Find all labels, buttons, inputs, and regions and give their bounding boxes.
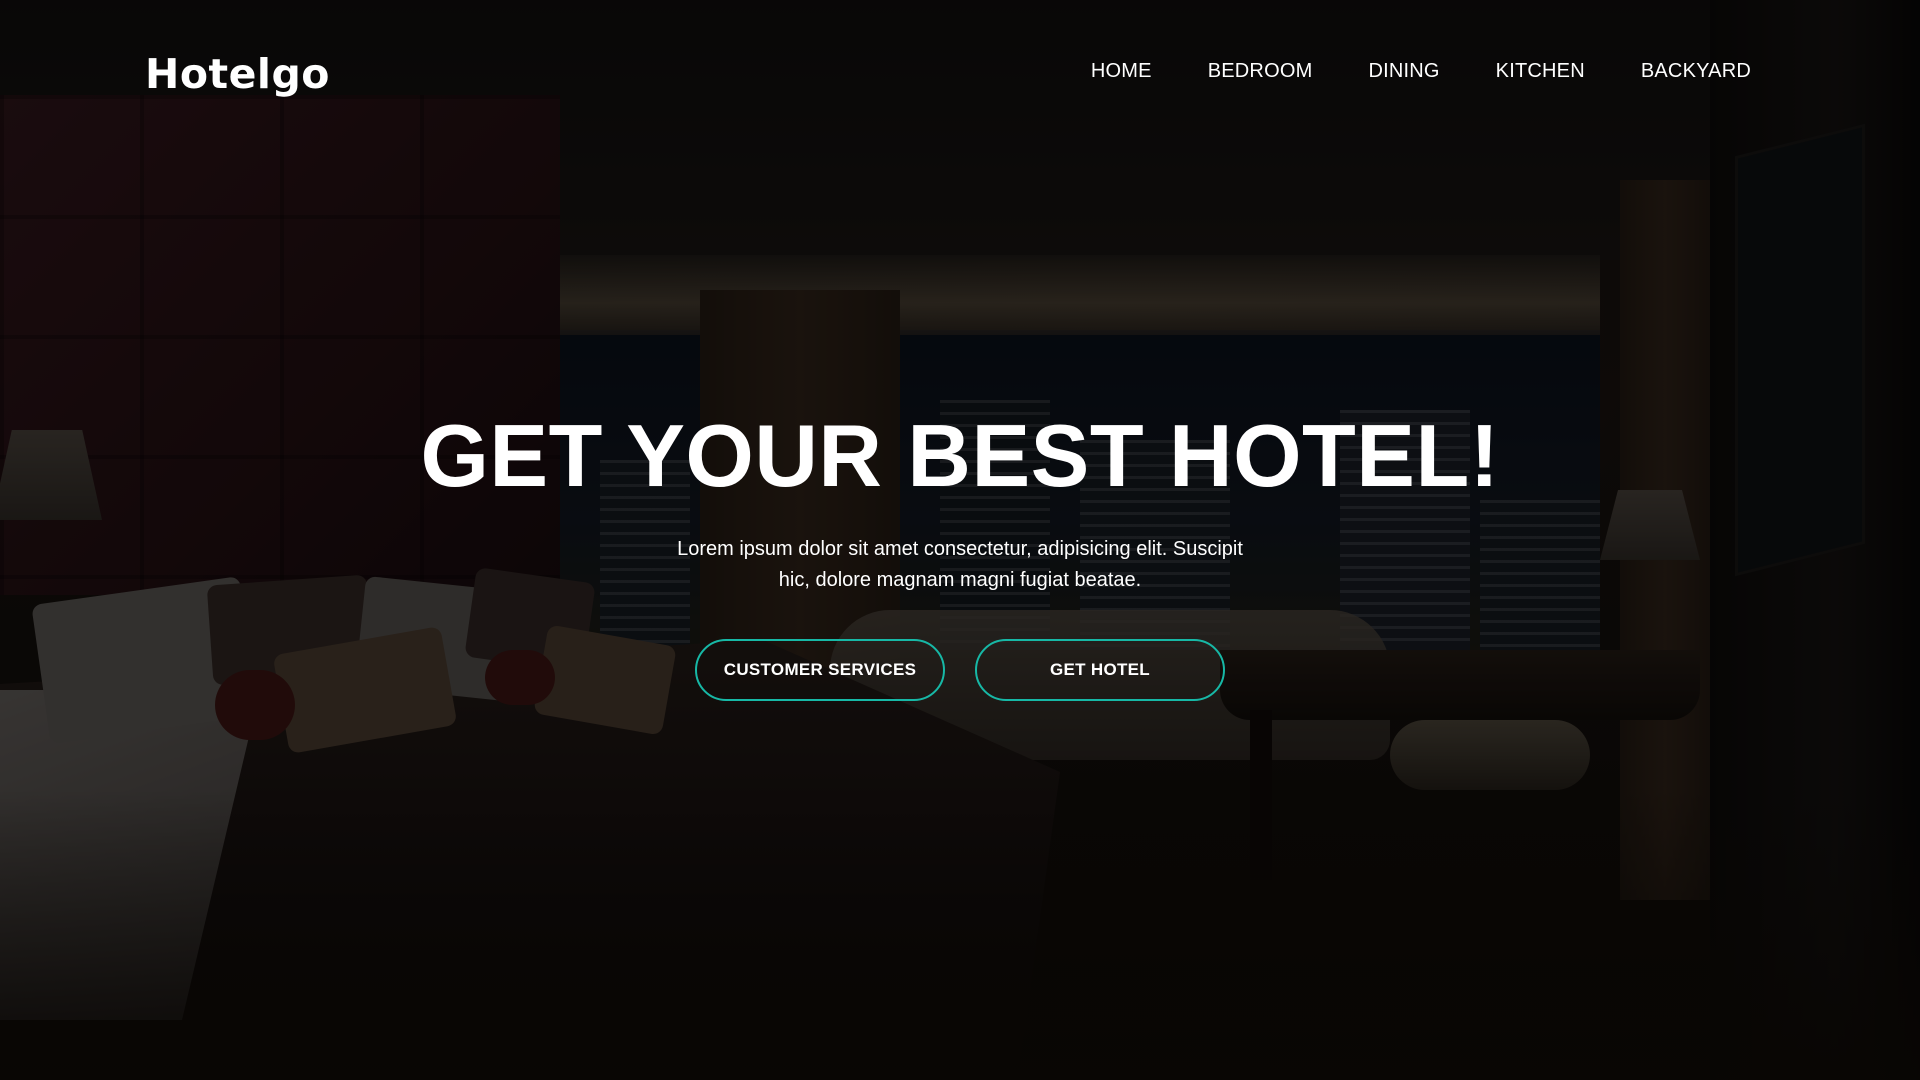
get-hotel-button[interactable]: GET HOTEL xyxy=(975,639,1225,702)
navbar: Hotelgo HOME BEDROOM DINING KITCHEN BACK… xyxy=(0,0,1920,150)
customer-services-button[interactable]: CUSTOMER SERVICES xyxy=(695,639,945,702)
nav-link-home[interactable]: HOME xyxy=(1091,60,1152,82)
nav-item-backyard: BACKYARD xyxy=(1641,60,1751,83)
nav-item-dining: DINING xyxy=(1368,60,1439,83)
nav-item-home: HOME xyxy=(1091,60,1152,83)
hero-section: Hotelgo HOME BEDROOM DINING KITCHEN BACK… xyxy=(0,0,1920,1080)
hero-content: GET YOUR BEST HOTEL! Lorem ipsum dolor s… xyxy=(0,406,1920,702)
nav-link-bedroom[interactable]: BEDROOM xyxy=(1208,60,1313,82)
hero-subtext: Lorem ipsum dolor sit amet consectetur, … xyxy=(677,538,1243,592)
nav-link-backyard[interactable]: BACKYARD xyxy=(1641,60,1751,82)
brand-logo[interactable]: Hotelgo xyxy=(145,50,330,98)
hero-headline: GET YOUR BEST HOTEL! xyxy=(420,406,1500,505)
nav-link-kitchen[interactable]: KITCHEN xyxy=(1496,60,1585,82)
nav-menu: HOME BEDROOM DINING KITCHEN BACKYARD xyxy=(1091,60,1751,83)
nav-item-kitchen: KITCHEN xyxy=(1496,60,1585,83)
nav-link-dining[interactable]: DINING xyxy=(1368,60,1439,82)
nav-item-bedroom: BEDROOM xyxy=(1208,60,1313,83)
hero-button-group: CUSTOMER SERVICES GET HOTEL xyxy=(0,639,1920,702)
